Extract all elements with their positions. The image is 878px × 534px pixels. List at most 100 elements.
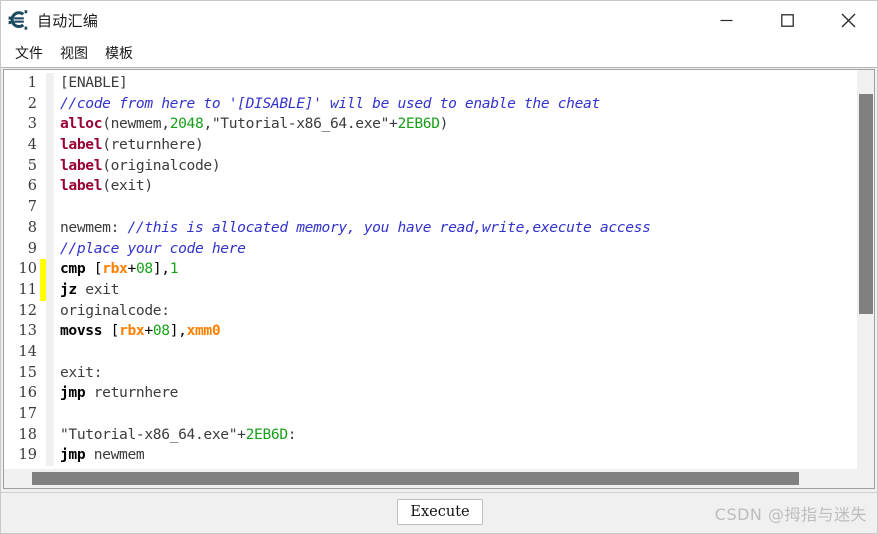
window-controls	[696, 1, 877, 39]
line-number: 17	[4, 404, 40, 425]
gutter-separator	[46, 217, 54, 239]
code-line-text: [ENABLE]	[54, 73, 856, 94]
code-line-text: exit:	[54, 363, 856, 384]
code-line-text: originalcode:	[54, 301, 856, 322]
code-line[interactable]: 11 jz exit	[4, 279, 856, 301]
gutter-separator	[46, 135, 54, 156]
code-line-text: alloc(newmem,2048,"Tutorial-x86_64.exe"+…	[54, 114, 856, 135]
horizontal-scrollbar[interactable]	[4, 469, 856, 488]
execute-button[interactable]: Execute	[397, 499, 483, 525]
gutter-separator	[46, 383, 54, 404]
code-token: (newmem,	[102, 115, 170, 133]
code-token: cmp	[60, 260, 86, 278]
code-line[interactable]: 4 label(returnhere)	[4, 135, 856, 156]
gutter-separator	[46, 445, 54, 467]
code-line[interactable]: 10 cmp [rbx+08],1	[4, 259, 856, 280]
code-lines[interactable]: 1 [ENABLE] 2 //code from here to '[DISABLE]…	[4, 73, 856, 467]
code-line[interactable]: 8 newmem: //this is allocated memory, you…	[4, 217, 856, 239]
code-line[interactable]: 16 jmp returnhere	[4, 383, 856, 404]
cheat-engine-logo-icon	[8, 9, 30, 31]
editor-container: 1 [ENABLE] 2 //code from here to '[DISABLE]…	[1, 67, 877, 492]
code-token: jmp	[60, 384, 86, 402]
code-line-text: //place your code here	[54, 239, 856, 260]
code-line[interactable]: 6 label(exit)	[4, 176, 856, 198]
code-line[interactable]: 2 //code from here to '[DISABLE]' will be…	[4, 93, 856, 115]
code-token: (originalcode)	[102, 156, 221, 174]
code-line[interactable]: 18 "Tutorial-x86_64.exe"+2EB6D:	[4, 424, 856, 446]
code-line-text: jmp returnhere	[54, 383, 856, 404]
gutter-separator	[46, 259, 54, 280]
menu-bar: 文件 视图 模板	[1, 39, 877, 67]
code-line-text	[54, 197, 856, 218]
code-line[interactable]: 7	[4, 197, 856, 218]
gutter-separator	[46, 238, 54, 260]
code-token: "Tutorial-x86_64.exe"+	[60, 425, 246, 443]
code-token: 2EB6D	[245, 425, 289, 443]
code-line[interactable]: 3 alloc(newmem,2048,"Tutorial-x86_64.exe"…	[4, 114, 856, 136]
code-line-text: newmem: //this is allocated memory, you …	[54, 218, 856, 239]
close-icon[interactable]	[818, 1, 877, 39]
code-line-text: label(originalcode)	[54, 156, 856, 177]
code-token: ],	[152, 260, 170, 278]
vertical-scrollbar[interactable]	[856, 70, 874, 469]
code-token: (exit)	[102, 177, 153, 195]
code-token: 1	[169, 260, 179, 278]
code-line-text: jmp newmem	[54, 445, 856, 466]
line-number: 9	[4, 238, 40, 260]
code-line-text	[54, 342, 856, 363]
code-line-text: "Tutorial-x86_64.exe"+2EB6D:	[54, 425, 856, 446]
code-editor[interactable]: 1 [ENABLE] 2 //code from here to '[DISABLE]…	[4, 70, 856, 469]
gutter-separator	[46, 197, 54, 218]
editor-frame: 1 [ENABLE] 2 //code from here to '[DISABLE]…	[3, 69, 875, 489]
code-token: [	[102, 322, 120, 340]
code-line-text: movss [rbx+08],xmm0	[54, 321, 856, 342]
line-number: 6	[4, 176, 40, 198]
gutter-separator	[46, 114, 54, 136]
menu-item-view[interactable]: 视图	[56, 41, 92, 65]
gutter-separator	[46, 73, 54, 94]
title-bar[interactable]: 自动汇编	[1, 1, 877, 39]
code-token: +	[127, 260, 137, 278]
line-number: 16	[4, 383, 40, 404]
code-line-text	[54, 404, 856, 425]
gutter-separator	[46, 279, 54, 301]
line-number: 7	[4, 197, 40, 218]
code-line[interactable]: 17	[4, 404, 856, 425]
code-token: originalcode:	[60, 301, 170, 319]
code-line-text: cmp [rbx+08],1	[54, 259, 856, 280]
code-token: )	[439, 115, 449, 133]
line-number: 5	[4, 155, 40, 177]
code-token: 08	[135, 260, 153, 278]
code-token: newmem	[85, 446, 145, 464]
line-number: 8	[4, 217, 40, 239]
gutter-separator	[46, 424, 54, 446]
code-token: 2048	[169, 115, 204, 133]
code-line[interactable]: 13 movss [rbx+08],xmm0	[4, 321, 856, 342]
maximize-icon[interactable]	[757, 1, 818, 39]
code-line[interactable]: 5 label(originalcode)	[4, 155, 856, 177]
code-token: 08	[152, 322, 170, 340]
menu-item-template[interactable]: 模板	[101, 41, 137, 65]
code-line[interactable]: 12 originalcode:	[4, 300, 856, 322]
horizontal-scrollbar-thumb[interactable]	[32, 472, 799, 485]
line-number: 11	[4, 279, 40, 301]
menu-item-file[interactable]: 文件	[11, 41, 47, 65]
gutter-separator	[46, 321, 54, 342]
minimize-icon[interactable]	[696, 1, 757, 39]
code-line[interactable]: 1 [ENABLE]	[4, 73, 856, 94]
code-token: label	[60, 136, 103, 154]
vertical-scrollbar-thumb[interactable]	[859, 94, 873, 314]
gutter-separator	[46, 300, 54, 322]
code-line[interactable]: 19 jmp newmem	[4, 445, 856, 467]
code-line[interactable]: 14	[4, 341, 856, 363]
gutter-separator	[46, 93, 54, 115]
code-line[interactable]: 15 exit:	[4, 362, 856, 384]
code-line-text: label(returnhere)	[54, 135, 856, 156]
line-number: 1	[4, 73, 40, 94]
code-token: //code from here to '[DISABLE]' will be …	[60, 94, 600, 112]
line-number: 2	[4, 93, 40, 115]
gutter-separator	[46, 176, 54, 198]
code-token: jz	[60, 280, 77, 298]
code-token: :	[287, 425, 297, 443]
code-line[interactable]: 9 //place your code here	[4, 238, 856, 260]
